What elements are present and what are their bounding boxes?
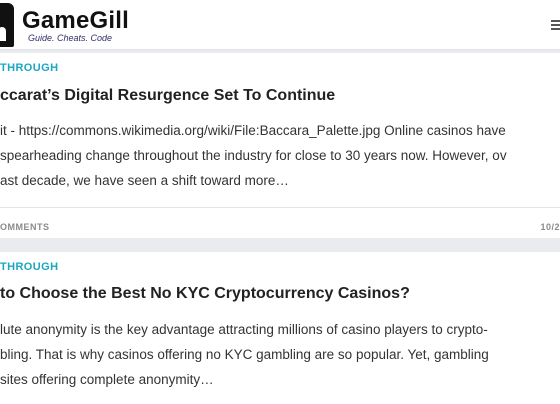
card-divider [0,207,560,208]
article-excerpt-line: spearheading change throughout the indus… [0,148,507,163]
article-excerpt-line: ast decade, we have seen a shift toward … [0,173,289,188]
article-excerpt-line: sites offering complete anonymity… [0,372,214,387]
article-excerpt-line: it - https://commons.wikimedia.org/wiki/… [0,123,506,138]
article-card: THROUGH ccarat’s Digital Resurgence Set … [0,53,560,238]
site-tagline: Guide. Cheats. Code [28,33,113,43]
site-header: GameGill Guide. Cheats. Code [0,0,560,50]
comments-link[interactable]: OMMENTS [0,222,50,232]
article-title-link[interactable]: ccarat’s Digital Resurgence Set To Conti… [0,87,335,105]
menu-icon[interactable] [551,20,560,30]
article-excerpt-line: lute anonymity is the key advantage attr… [0,322,488,337]
logo-icon[interactable] [0,3,14,47]
article-card: THROUGH to Choose the Best No KYC Crypto… [0,252,560,404]
article-title-link[interactable]: to Choose the Best No KYC Cryptocurrency… [0,285,410,303]
article-category-link[interactable]: THROUGH [0,62,58,74]
article-category-link[interactable]: THROUGH [0,261,58,273]
article-date: 10/2 [540,222,560,232]
article-excerpt-line: bling. That is why casinos offering no K… [0,347,489,362]
site-logo-name[interactable]: GameGill [22,7,129,35]
